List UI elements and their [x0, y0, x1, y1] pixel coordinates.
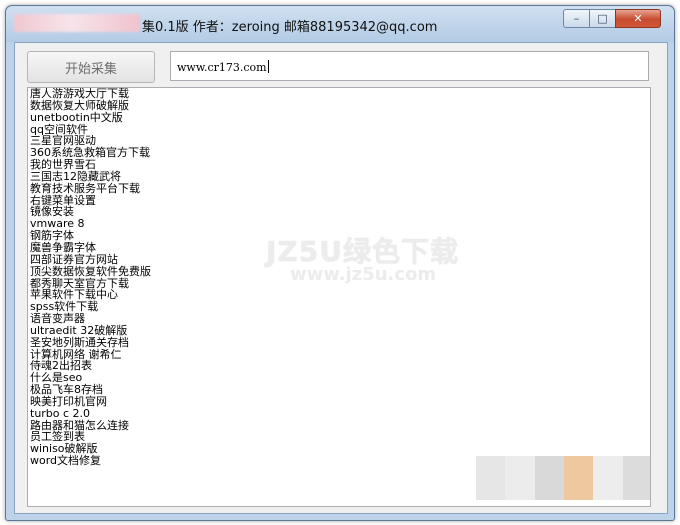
pixelated-overlay: [476, 456, 650, 500]
list-item[interactable]: 数据恢复大师破解版: [30, 99, 650, 112]
mosaic-block: [593, 456, 623, 500]
list-item[interactable]: ultraedit 32破解版: [30, 324, 650, 337]
close-button[interactable]: ✕: [615, 9, 661, 28]
app-icon-obscured: [14, 14, 140, 32]
app-window: 集0.1版 作者：zeroing 邮箱88195342@qq.com – □ ✕…: [5, 5, 675, 521]
minimize-button[interactable]: –: [563, 9, 590, 28]
url-input-value: www.cr173.com: [177, 61, 267, 74]
minimize-icon: –: [573, 12, 580, 25]
list-item[interactable]: 我的世界雪石: [30, 159, 650, 171]
list-item[interactable]: 苹果软件下载中心: [30, 289, 650, 301]
maximize-button[interactable]: □: [589, 9, 616, 28]
list-item[interactable]: 映美打印机官网: [30, 396, 650, 408]
list-item[interactable]: 圣安地列斯通关存档: [30, 336, 650, 349]
mosaic-block: [505, 456, 535, 500]
client-area: 开始采集 www.cr173.com 唐人游游戏大厅下载 数据恢复大师破解版 une…: [14, 42, 668, 514]
list-item[interactable]: 镜像安装: [30, 206, 650, 218]
list-item[interactable]: 极品飞车8存档: [30, 384, 650, 396]
list-item[interactable]: 计算机网络 谢希仁: [30, 348, 650, 361]
close-icon: ✕: [633, 12, 643, 25]
list-item[interactable]: spss软件下载: [30, 301, 650, 313]
list-item[interactable]: 什么是seo: [30, 372, 650, 384]
mosaic-block: [563, 456, 594, 500]
window-title: 集0.1版 作者：zeroing 邮箱88195342@qq.com: [142, 20, 438, 35]
list-item[interactable]: qq空间软件: [30, 123, 650, 136]
list-item[interactable]: 员工签到表: [30, 431, 650, 443]
list-item[interactable]: unetbootin中文版: [30, 111, 650, 124]
list-item[interactable]: 侍魂2出招表: [30, 360, 650, 372]
mosaic-block: [534, 456, 564, 500]
list-item[interactable]: 360系统急救箱官方下载: [30, 147, 650, 159]
start-collect-button[interactable]: 开始采集: [27, 51, 155, 83]
mosaic-block: [622, 456, 650, 500]
list-item[interactable]: winiso破解版: [30, 443, 650, 455]
text-caret: [267, 60, 269, 73]
list-item[interactable]: 右键菜单设置: [30, 194, 650, 207]
url-input[interactable]: www.cr173.com: [170, 51, 649, 81]
list-item[interactable]: 三国志12隐藏武将: [30, 170, 650, 183]
maximize-icon: □: [597, 12, 608, 25]
list-item[interactable]: 路由器和猫怎么连接: [30, 419, 650, 432]
result-list-box[interactable]: 唐人游游戏大厅下载 数据恢复大师破解版 unetbootin中文版 qq空间软件 三星官…: [27, 87, 651, 507]
mosaic-block: [476, 456, 506, 500]
title-bar[interactable]: 集0.1版 作者：zeroing 邮箱88195342@qq.com – □ ✕: [6, 6, 674, 42]
watermark-url: www.jz5u.com: [290, 264, 437, 285]
list-item[interactable]: turbo c 2.0: [30, 407, 650, 420]
list-item[interactable]: vmware 8: [30, 218, 650, 230]
list-item[interactable]: 教育技术服务平台下载: [30, 182, 650, 195]
